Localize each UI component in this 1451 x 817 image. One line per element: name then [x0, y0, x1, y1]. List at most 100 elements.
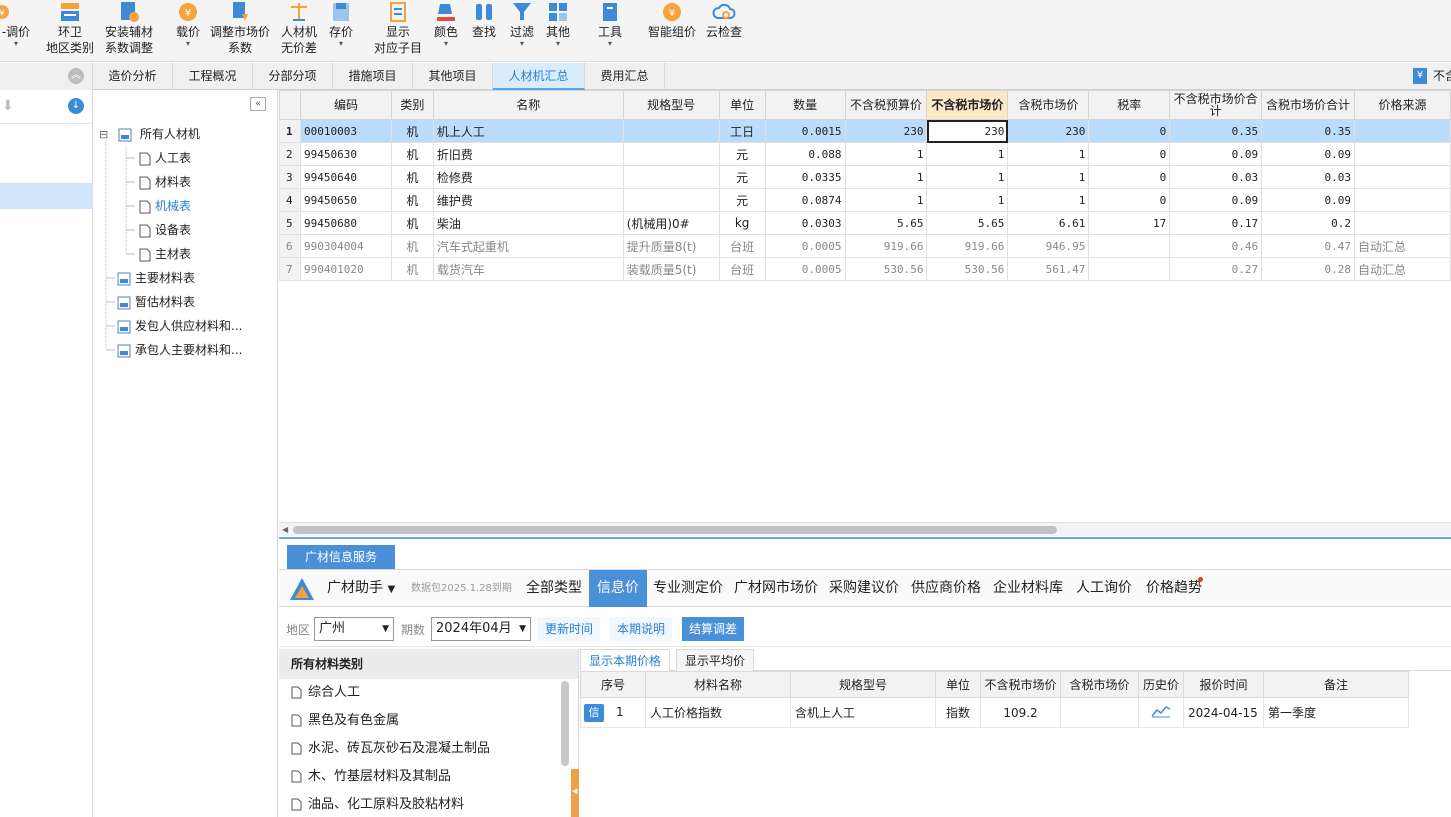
col-header[interactable]: 不含税市场价合计 — [1169, 90, 1263, 120]
col-header[interactable]: 单位 — [718, 90, 766, 120]
grid-cell[interactable]: 946.95 — [1007, 234, 1090, 258]
col-header[interactable]: 含税市场价 — [1007, 90, 1090, 120]
service-supplier-price[interactable]: 供应商价格 — [911, 570, 981, 607]
region-select[interactable]: 广州 ▼ — [314, 617, 394, 641]
grid-cell[interactable]: 99450630 — [299, 142, 392, 166]
price-row[interactable]: 信1 人工价格指数 含机上人工 指数 109.2 2024-04-15 第一季度 — [580, 697, 1409, 728]
grid-cell[interactable]: 0.46 — [1169, 234, 1263, 258]
grid-cell[interactable] — [1354, 188, 1451, 212]
grid-cell[interactable]: 机 — [390, 119, 434, 143]
grid-cell[interactable]: 1 — [1007, 142, 1090, 166]
grid-cell[interactable]: (机械用)0# — [622, 211, 720, 235]
grid-cell[interactable]: 台班 — [718, 257, 766, 281]
tree-item-owner-supplied[interactable]: 发包人供应材料和... — [117, 315, 242, 337]
settlement-adjust-button[interactable]: 结算调差 — [682, 617, 745, 641]
sanitation-region-button[interactable]: 环卫 地区类别 — [44, 0, 96, 62]
load-price-button[interactable]: ¥ 载价 ▾ — [172, 0, 204, 62]
grid-cell[interactable]: 0.27 — [1169, 257, 1263, 281]
download-icon[interactable]: ↓ — [68, 98, 84, 114]
service-professional-price[interactable]: 专业测定价 — [653, 570, 723, 607]
grid-cell[interactable]: 机上人工 — [432, 119, 624, 143]
collapse-up-icon[interactable]: ︽ — [68, 68, 84, 84]
service-purchase-advice[interactable]: 采购建议价 — [829, 570, 899, 607]
grid-cell[interactable]: 0.47 — [1261, 234, 1355, 258]
grid-cell[interactable]: 00010003 — [299, 119, 392, 143]
grid-cell[interactable]: 0.0874 — [764, 188, 846, 212]
grid-cell[interactable]: 530.56 — [926, 257, 1009, 281]
grid-cell[interactable] — [622, 119, 720, 143]
grid-cell[interactable]: 0.088 — [764, 142, 846, 166]
grid-cell[interactable]: 0.0015 — [764, 119, 846, 143]
col-header[interactable]: 名称 — [432, 90, 624, 120]
period-select[interactable]: 2024年04月 ▼ — [431, 617, 531, 641]
grid-cell[interactable]: 自动汇总 — [1354, 257, 1451, 281]
grid-cell[interactable]: 柴油 — [432, 211, 624, 235]
grid-cell[interactable]: 机 — [390, 142, 434, 166]
grid-cell[interactable]: 0.0303 — [764, 211, 846, 235]
price-col-header[interactable]: 报价时间 — [1183, 671, 1264, 698]
adjust-price-button[interactable]: ¥ -调价 ▾ — [0, 0, 32, 62]
grid-cell[interactable]: 99450650 — [299, 188, 392, 212]
grid-cell[interactable]: 0.17 — [1169, 211, 1263, 235]
grid-cell[interactable]: 1 — [844, 188, 928, 212]
tab-labor-material-machine[interactable]: 人材机汇总 — [493, 63, 585, 90]
grid-cell[interactable]: 230 — [844, 119, 928, 143]
table-row[interactable]: 5 99450680 机柴油 (机械用)0# kg 0.0303 5.65 5.65 6.61 1… — [279, 211, 1451, 235]
panel-splitter-handle[interactable]: ◀ — [571, 769, 579, 817]
tab-project-overview[interactable]: 工程概况 — [173, 63, 253, 90]
grid-cell[interactable] — [1354, 119, 1451, 143]
grid-cell[interactable]: 机 — [390, 257, 434, 281]
price-excl-tax[interactable]: 109.2 — [980, 697, 1061, 728]
grid-cell[interactable]: 0.03 — [1261, 165, 1355, 189]
install-aux-coef-button[interactable]: 安装辅材 系数调整 — [102, 0, 156, 62]
grid-cell[interactable]: 0 — [1088, 165, 1171, 189]
col-header[interactable]: 不含税预算价 — [844, 90, 928, 120]
service-labor-inquiry[interactable]: 人工询价 — [1076, 570, 1132, 607]
price-col-header[interactable]: 备注 — [1263, 671, 1409, 698]
col-header[interactable]: 类别 — [390, 90, 434, 120]
service-market-price[interactable]: 广材网市场价 — [734, 570, 818, 607]
col-header[interactable]: 编码 — [299, 90, 392, 120]
grid-cell[interactable]: 元 — [718, 188, 766, 212]
table-row[interactable]: 2 99450630 机折旧费元 0.088 1 1 1 0 0.09 0.09 — [279, 142, 1451, 166]
service-info-price[interactable]: 信息价 — [589, 570, 647, 607]
grid-cell[interactable]: 0.09 — [1169, 188, 1263, 212]
update-time-button[interactable]: 更新时间 — [538, 617, 601, 641]
grid-cell[interactable]: 990304004 — [299, 234, 392, 258]
table-row[interactable]: 6 990304004 机汽车式起重机 提升质量8(t) 台班 0.0005 919.66 9… — [279, 234, 1451, 258]
grid-cell[interactable]: 230 — [926, 119, 1009, 143]
table-row[interactable]: 4 99450650 机维护费元 0.0874 1 1 1 0 0.09 0.09 — [279, 188, 1451, 212]
history-price-cell[interactable] — [1138, 697, 1184, 728]
grid-cell[interactable] — [1088, 234, 1171, 258]
tools-button[interactable]: 工具 ▾ — [594, 0, 626, 62]
col-header-active[interactable]: 不含税市场价 — [926, 90, 1009, 120]
tree-item-material[interactable]: 材料表 — [139, 171, 191, 193]
grid-cell[interactable]: 汽车式起重机 — [432, 234, 624, 258]
grid-cell[interactable]: 维护费 — [432, 188, 624, 212]
grid-cell[interactable]: 装载质量5(t) — [622, 257, 720, 281]
tree-item-key-materials[interactable]: 主要材料表 — [117, 267, 195, 289]
price-col-header[interactable]: 历史价 — [1138, 671, 1184, 698]
service-price-trend[interactable]: 价格趋势 — [1146, 570, 1202, 607]
grid-cell[interactable]: 0.03 — [1169, 165, 1263, 189]
grid-cell[interactable]: 载货汽车 — [432, 257, 624, 281]
tree-root-all[interactable]: ⊟ 所有人材机 — [99, 123, 200, 145]
grid-cell[interactable] — [622, 188, 720, 212]
collapse-tree-icon[interactable]: ⊟ — [99, 128, 108, 141]
tab-fee-summary[interactable]: 费用汇总 — [585, 63, 665, 90]
line-chart-icon[interactable] — [1151, 704, 1171, 718]
scrollbar-thumb[interactable] — [293, 526, 1057, 534]
category-item[interactable]: 综合人工 — [279, 679, 578, 707]
price-incl-tax[interactable] — [1060, 697, 1139, 728]
cloud-check-button[interactable]: 云检查 — [704, 0, 744, 62]
col-header[interactable]: 规格型号 — [622, 90, 720, 120]
grid-cell[interactable]: 元 — [718, 165, 766, 189]
category-item[interactable]: 水泥、砖瓦灰砂石及混凝土制品 — [279, 735, 578, 763]
smart-pricing-button[interactable]: ¥ 智能组价 — [646, 0, 698, 62]
grid-cell[interactable]: 1 — [844, 142, 928, 166]
grid-cell[interactable]: 0.2 — [1261, 211, 1355, 235]
grid-cell[interactable]: 1 — [926, 142, 1009, 166]
table-row[interactable]: 7 990401020 机载货汽车 装载质量5(t) 台班 0.0005 530.56 530… — [279, 257, 1451, 281]
table-row[interactable]: 1 00010003 机机上人工 工日 0.0015 230 230 230 0 0.35 0.35 — [279, 119, 1451, 143]
price-col-header[interactable]: 不含税市场价 — [980, 671, 1061, 698]
